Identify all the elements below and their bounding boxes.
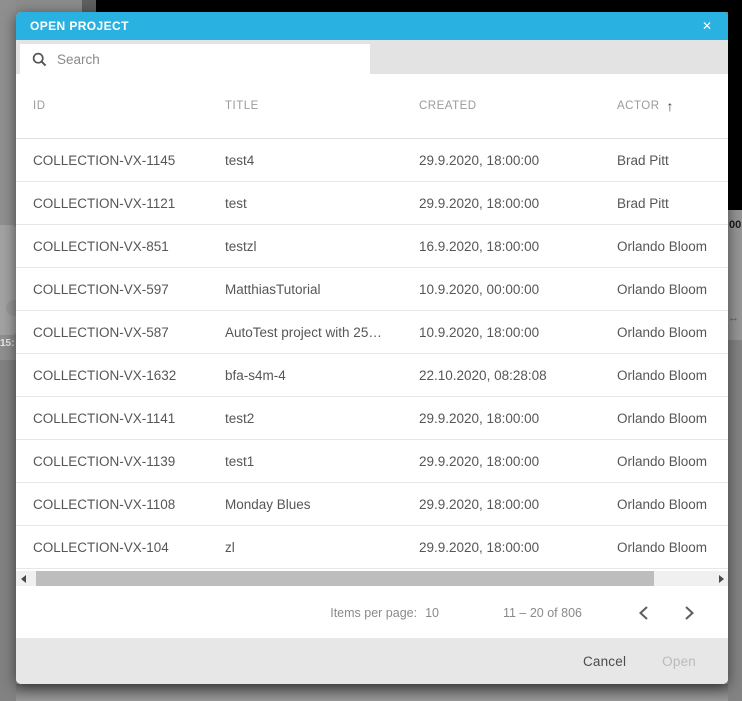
row-title: test1 xyxy=(225,454,419,469)
chevron-right-icon xyxy=(684,605,695,621)
row-id: COLLECTION-VX-851 xyxy=(33,239,225,254)
sort-ascending-icon: ↑ xyxy=(667,98,675,114)
row-created: 29.9.2020, 18:00:00 xyxy=(419,454,617,469)
search-bar xyxy=(16,40,728,74)
background-top-strip xyxy=(96,0,742,12)
search-input[interactable] xyxy=(47,44,370,74)
background-left-panel: 15: xyxy=(0,0,16,701)
table-row[interactable]: COLLECTION-VX-1145 test4 29.9.2020, 18:0… xyxy=(16,139,728,182)
column-header-title[interactable]: TITLE xyxy=(225,100,419,112)
background-timecode-fragment: 15: xyxy=(0,338,14,349)
background-bottom-strip xyxy=(16,684,728,701)
row-title: bfa-s4m-4 xyxy=(225,368,419,383)
row-title: testzl xyxy=(225,239,419,254)
table-row[interactable]: COLLECTION-VX-1121 test 29.9.2020, 18:00… xyxy=(16,182,728,225)
close-icon[interactable]: ✕ xyxy=(696,12,718,40)
background-right-panel: 00 ↔ xyxy=(728,0,742,701)
row-title: test xyxy=(225,196,419,211)
scroll-right-arrow-icon[interactable] xyxy=(714,571,728,586)
row-created: 10.9.2020, 18:00:00 xyxy=(419,325,617,340)
table-row[interactable]: COLLECTION-VX-1139 test1 29.9.2020, 18:0… xyxy=(16,440,728,483)
row-title: test2 xyxy=(225,411,419,426)
table-row[interactable]: COLLECTION-VX-1108 Monday Blues 29.9.202… xyxy=(16,483,728,526)
row-actor: Brad Pitt xyxy=(617,196,728,211)
table-row[interactable]: COLLECTION-VX-1632 bfa-s4m-4 22.10.2020,… xyxy=(16,354,728,397)
trim-icon: ↔ xyxy=(728,312,739,324)
row-actor: Orlando Bloom xyxy=(617,282,728,297)
table-row[interactable]: COLLECTION-VX-104 zl 29.9.2020, 18:00:00… xyxy=(16,526,728,569)
row-title: Monday Blues xyxy=(225,497,419,512)
open-project-dialog: OPEN PROJECT ✕ ID TITLE CREATED ACTOR ↑ xyxy=(16,12,728,684)
row-created: 22.10.2020, 08:28:08 xyxy=(419,368,617,383)
dialog-title: OPEN PROJECT xyxy=(30,19,129,33)
scroll-left-arrow-icon[interactable] xyxy=(16,571,30,586)
row-id: COLLECTION-VX-597 xyxy=(33,282,225,297)
row-title: AutoTest project with 25… xyxy=(225,325,419,340)
row-created: 29.9.2020, 18:00:00 xyxy=(419,497,617,512)
row-actor: Brad Pitt xyxy=(617,153,728,168)
row-id: COLLECTION-VX-104 xyxy=(33,540,225,555)
scrollbar-thumb[interactable] xyxy=(36,571,654,586)
page-range-label: 11 – 20 of 806 xyxy=(503,606,582,620)
table-body: COLLECTION-VX-1145 test4 29.9.2020, 18:0… xyxy=(16,139,728,569)
open-button[interactable]: Open xyxy=(662,654,696,669)
row-created: 10.9.2020, 00:00:00 xyxy=(419,282,617,297)
table-row[interactable]: COLLECTION-VX-587 AutoTest project with … xyxy=(16,311,728,354)
chevron-left-icon xyxy=(638,605,649,621)
row-actor: Orlando Bloom xyxy=(617,497,728,512)
row-created: 16.9.2020, 18:00:00 xyxy=(419,239,617,254)
column-header-actor[interactable]: ACTOR ↑ xyxy=(617,98,728,114)
background-top-panel-edge xyxy=(82,0,96,12)
search-icon xyxy=(32,52,47,67)
row-created: 29.9.2020, 18:00:00 xyxy=(419,540,617,555)
row-id: COLLECTION-VX-587 xyxy=(33,325,225,340)
row-id: COLLECTION-VX-1141 xyxy=(33,411,225,426)
background-right-dark-area xyxy=(728,0,742,210)
row-created: 29.9.2020, 18:00:00 xyxy=(419,411,617,426)
row-id: COLLECTION-VX-1145 xyxy=(33,153,225,168)
row-id: COLLECTION-VX-1632 xyxy=(33,368,225,383)
items-per-page-select[interactable]: 10 xyxy=(425,606,439,620)
row-id: COLLECTION-VX-1139 xyxy=(33,454,225,469)
row-title: test4 xyxy=(225,153,419,168)
row-created: 29.9.2020, 18:00:00 xyxy=(419,153,617,168)
cancel-button[interactable]: Cancel xyxy=(583,654,626,669)
background-left-panel-highlight xyxy=(0,225,16,335)
background-left-panel-lower xyxy=(0,360,16,701)
row-title: MatthiasTutorial xyxy=(225,282,419,297)
background-counter-fragment: 00 xyxy=(729,219,741,231)
next-page-button[interactable] xyxy=(676,600,702,626)
row-actor: Orlando Bloom xyxy=(617,239,728,254)
row-id: COLLECTION-VX-1121 xyxy=(33,196,225,211)
previous-page-button[interactable] xyxy=(630,600,656,626)
row-actor: Orlando Bloom xyxy=(617,325,728,340)
dialog-footer: Cancel Open xyxy=(16,638,728,684)
background-right-panel-lower xyxy=(728,340,742,701)
table-row[interactable]: COLLECTION-VX-597 MatthiasTutorial 10.9.… xyxy=(16,268,728,311)
table-row[interactable]: COLLECTION-VX-851 testzl 16.9.2020, 18:0… xyxy=(16,225,728,268)
row-actor: Orlando Bloom xyxy=(617,411,728,426)
paginator: Items per page: 10 11 – 20 of 806 xyxy=(16,588,728,638)
column-header-created[interactable]: CREATED xyxy=(419,100,617,112)
row-actor: Orlando Bloom xyxy=(617,454,728,469)
table-header: ID TITLE CREATED ACTOR ↑ xyxy=(16,74,728,139)
items-per-page-label: Items per page: xyxy=(330,606,417,620)
row-title: zl xyxy=(225,540,419,555)
row-actor: Orlando Bloom xyxy=(617,540,728,555)
search-field-container xyxy=(20,44,370,74)
row-created: 29.9.2020, 18:00:00 xyxy=(419,196,617,211)
row-actor: Orlando Bloom xyxy=(617,368,728,383)
horizontal-scrollbar xyxy=(16,569,728,588)
table-row[interactable]: COLLECTION-VX-1141 test2 29.9.2020, 18:0… xyxy=(16,397,728,440)
row-id: COLLECTION-VX-1108 xyxy=(33,497,225,512)
column-header-id[interactable]: ID xyxy=(33,100,225,112)
dialog-titlebar: OPEN PROJECT ✕ xyxy=(16,12,728,40)
